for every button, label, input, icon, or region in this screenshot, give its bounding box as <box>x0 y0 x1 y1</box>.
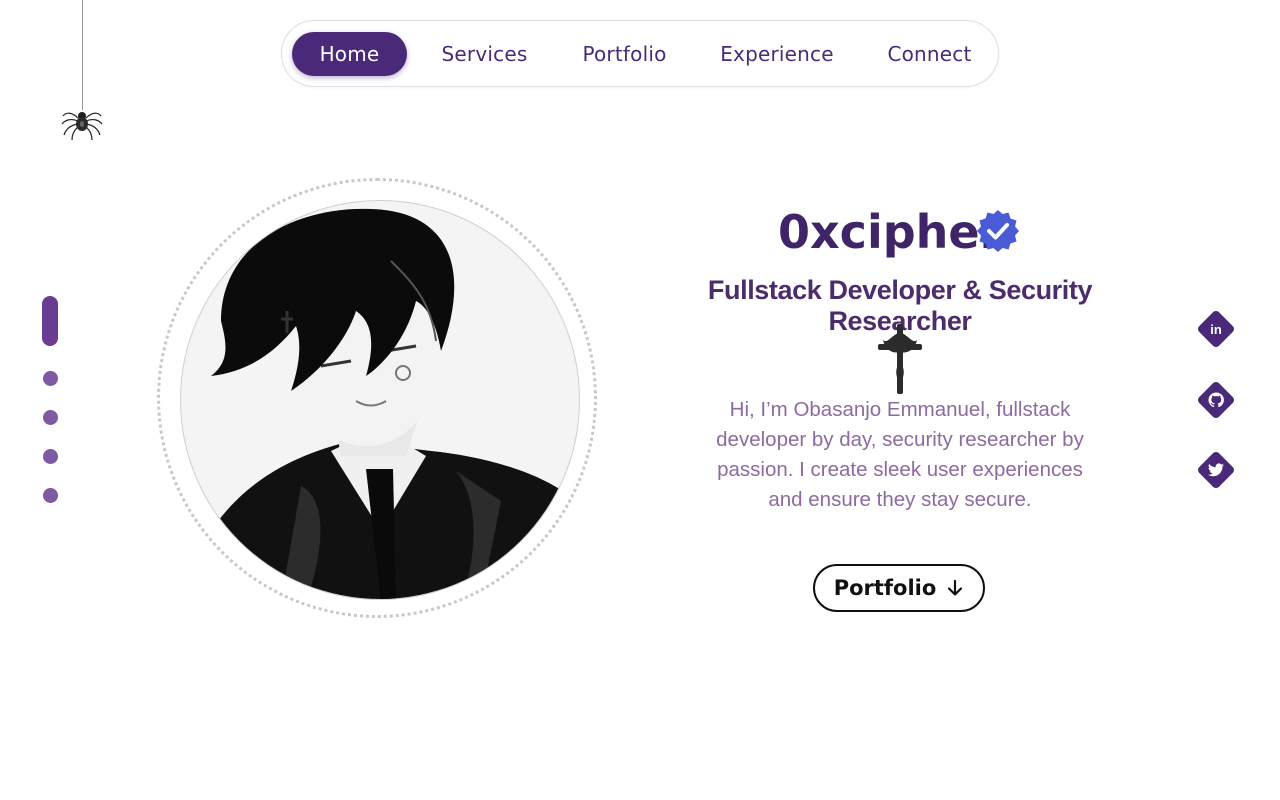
profile-portrait <box>180 200 580 600</box>
ornate-cross-icon <box>878 324 922 394</box>
nav-item-experience[interactable]: Experience <box>707 32 847 76</box>
linkedin-icon: in <box>1210 321 1222 337</box>
arrow-down-icon <box>948 579 963 596</box>
spider-thread <box>82 0 83 110</box>
main-nav: Home Services Portfolio Experience Conne… <box>281 20 999 87</box>
section-pager-dot[interactable] <box>43 449 58 464</box>
spider-icon <box>61 112 103 141</box>
github-link[interactable] <box>1196 380 1236 420</box>
nav-item-portfolio[interactable]: Portfolio <box>567 32 682 76</box>
linkedin-link[interactable]: in <box>1196 309 1236 349</box>
section-pager-dot[interactable] <box>43 488 58 503</box>
portfolio-button[interactable]: Portfolio <box>813 564 985 612</box>
verified-badge-icon <box>977 210 1019 252</box>
hero-name: 0xcipher <box>778 205 1003 259</box>
github-icon <box>1208 392 1224 408</box>
portfolio-button-label: Portfolio <box>833 576 937 600</box>
hero-intro: Hi, I’m Obasanjo Emmanuel, fullstack dev… <box>716 398 1084 511</box>
section-pager-dot[interactable] <box>43 371 58 386</box>
nav-item-connect[interactable]: Connect <box>872 32 987 76</box>
nav-item-services[interactable]: Services <box>427 32 542 76</box>
twitter-link[interactable] <box>1196 450 1236 490</box>
section-pager-active[interactable] <box>42 296 58 346</box>
section-pager-dot[interactable] <box>43 410 58 425</box>
nav-item-home[interactable]: Home <box>292 32 407 76</box>
twitter-icon <box>1208 463 1224 477</box>
